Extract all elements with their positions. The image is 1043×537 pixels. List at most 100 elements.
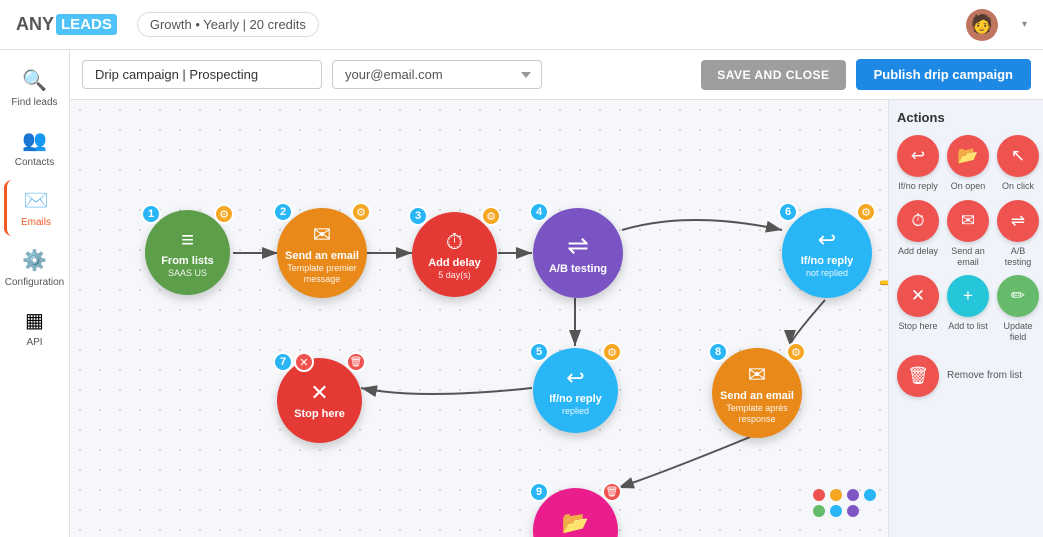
action-remove-from-list-icon: 🗑 bbox=[897, 355, 939, 397]
node-3-gear[interactable]: ⚙ bbox=[481, 206, 501, 226]
action-on-open-icon: 📂 bbox=[947, 135, 989, 177]
actions-title: Actions bbox=[897, 110, 1035, 125]
action-on-click-label: On click bbox=[1002, 181, 1034, 192]
sidebar-item-configuration[interactable]: ⚙️ Configuration bbox=[4, 240, 66, 296]
action-stop-here-icon: ✕ bbox=[897, 275, 939, 317]
node-ab-testing[interactable]: 4 ⇌ A/B testing bbox=[533, 208, 623, 298]
action-add-to-list-icon: + bbox=[947, 275, 989, 317]
save-close-button[interactable]: SAVE AND CLOSE bbox=[701, 60, 845, 90]
action-stop-here-label: Stop here bbox=[898, 321, 937, 332]
canvas-wrapper: 1 ⚙ ≡ From lists SAAS US 2 ⚙ ✉ Send an e… bbox=[70, 100, 1043, 537]
user-dropdown-arrow[interactable]: ▾ bbox=[1022, 19, 1027, 30]
node-6-gear[interactable]: ⚙ bbox=[856, 202, 876, 222]
action-update-field[interactable]: ✏ Update field bbox=[997, 275, 1039, 343]
node-4-number: 4 bbox=[529, 202, 549, 222]
action-add-delay[interactable]: ⏱ Add delay bbox=[897, 200, 939, 268]
node-7-x: ✕ bbox=[294, 352, 314, 372]
sidebar-label-emails: Emails bbox=[21, 217, 51, 228]
node-1-gear[interactable]: ⚙ bbox=[214, 204, 234, 224]
find-leads-icon: 🔍 bbox=[22, 68, 47, 93]
node-5-subtitle: replied bbox=[562, 406, 589, 417]
email-select[interactable]: your@email.com bbox=[332, 60, 542, 89]
sidebar-label-find-leads: Find leads bbox=[11, 97, 57, 108]
sidebar-label-api: API bbox=[26, 337, 42, 348]
action-ifno-reply[interactable]: ↩ If/no reply bbox=[897, 135, 939, 192]
configuration-icon: ⚙️ bbox=[22, 248, 47, 273]
action-add-to-list[interactable]: + Add to list bbox=[947, 275, 989, 343]
node-8-gear[interactable]: ⚙ bbox=[786, 342, 806, 362]
action-update-field-label: Update field bbox=[997, 321, 1039, 343]
node-ifno-reply-1[interactable]: 5 ⚙ ↩ If/no reply replied bbox=[533, 348, 618, 433]
sidebar-item-contacts[interactable]: 👥 Contacts bbox=[4, 120, 66, 176]
node-send-email-2[interactable]: 8 ⚙ ✉ Send an email Template après respo… bbox=[712, 348, 802, 438]
node-9-number: 9 bbox=[529, 482, 549, 502]
actions-panel: Actions ↩ If/no reply 📂 On open ↖ bbox=[888, 100, 1043, 537]
action-send-email-icon: ✉ bbox=[947, 200, 989, 242]
node-stop-here[interactable]: 7 🗑 ✕ ✕ Stop here bbox=[277, 358, 362, 443]
node-1-subtitle: SAAS US bbox=[168, 268, 207, 279]
action-add-delay-icon: ⏱ bbox=[897, 200, 939, 242]
action-ab-testing[interactable]: ⇌ A/B testing bbox=[997, 200, 1039, 268]
node-8-number: 8 bbox=[708, 342, 728, 362]
action-on-open[interactable]: 📂 On open bbox=[947, 135, 989, 192]
action-remove-from-list[interactable]: 🗑 Remove from list bbox=[897, 355, 1039, 397]
node-7-number: 7 bbox=[273, 352, 293, 372]
node-6-number: 6 bbox=[778, 202, 798, 222]
content-area: your@email.com SAVE AND CLOSE Publish dr… bbox=[70, 50, 1043, 537]
node-9-icon: 📂 bbox=[562, 510, 589, 536]
node-7-delete[interactable]: 🗑 bbox=[346, 352, 366, 372]
node-send-email-1[interactable]: 2 ⚙ ✉ Send an email Template premier mes… bbox=[277, 208, 367, 298]
node-5-title: If/no reply bbox=[549, 393, 602, 406]
node-3-icon: ⏱ bbox=[446, 229, 463, 255]
plan-info: Growth • Yearly | 20 credits bbox=[137, 12, 319, 37]
api-icon: ▦ bbox=[25, 308, 44, 333]
hand-decoration: 👉 bbox=[878, 270, 888, 303]
workflow-canvas[interactable]: 1 ⚙ ≡ From lists SAAS US 2 ⚙ ✉ Send an e… bbox=[70, 100, 888, 537]
node-9-delete[interactable]: 🗑 bbox=[602, 482, 622, 502]
logo: ANY LEADS bbox=[16, 14, 117, 35]
node-4-title: A/B testing bbox=[549, 263, 607, 276]
sidebar-label-configuration: Configuration bbox=[5, 277, 64, 288]
logo-any: ANY bbox=[16, 14, 54, 35]
user-avatar[interactable]: 🧑 bbox=[966, 9, 998, 41]
node-from-lists[interactable]: 1 ⚙ ≡ From lists SAAS US bbox=[145, 210, 230, 295]
sidebar-label-contacts: Contacts bbox=[15, 157, 54, 168]
action-on-open-label: On open bbox=[951, 181, 986, 192]
node-5-icon: ↩ bbox=[566, 365, 584, 391]
action-remove-from-list-label: Remove from list bbox=[947, 370, 1022, 382]
action-ifno-reply-icon: ↩ bbox=[897, 135, 939, 177]
action-on-click[interactable]: ↖ On click bbox=[997, 135, 1039, 192]
node-8-title: Send an email bbox=[720, 390, 794, 403]
node-2-title: Send an email bbox=[285, 250, 359, 263]
node-2-number: 2 bbox=[273, 202, 293, 222]
action-on-click-icon: ↖ bbox=[997, 135, 1039, 177]
action-stop-here[interactable]: ✕ Stop here bbox=[897, 275, 939, 343]
emails-icon: ✉️ bbox=[24, 188, 49, 213]
sidebar-item-emails[interactable]: ✉️ Emails bbox=[4, 180, 66, 236]
action-send-email-label: Send an email bbox=[947, 246, 989, 268]
node-8-icon: ✉ bbox=[748, 362, 766, 388]
node-ifno-reply-2[interactable]: 6 ⚙ ↩ If/no reply not replied bbox=[782, 208, 872, 298]
sidebar-item-api[interactable]: ▦ API bbox=[4, 300, 66, 356]
node-6-subtitle: not replied bbox=[806, 268, 848, 279]
node-add-delay[interactable]: 3 ⚙ ⏱ Add delay 5 day(s) bbox=[412, 212, 497, 297]
node-4-icon: ⇌ bbox=[567, 230, 589, 261]
action-send-email[interactable]: ✉ Send an email bbox=[947, 200, 989, 268]
action-ab-testing-icon: ⇌ bbox=[997, 200, 1039, 242]
node-2-gear[interactable]: ⚙ bbox=[351, 202, 371, 222]
node-5-gear[interactable]: ⚙ bbox=[602, 342, 622, 362]
node-on-open[interactable]: 9 🗑 📂 On open bbox=[533, 488, 618, 537]
action-add-delay-label: Add delay bbox=[898, 246, 938, 257]
top-navigation: ANY LEADS Growth • Yearly | 20 credits 🧑… bbox=[0, 0, 1043, 50]
sidebar-item-find-leads[interactable]: 🔍 Find leads bbox=[4, 60, 66, 116]
logo-leads: LEADS bbox=[56, 14, 117, 35]
legend-dots bbox=[813, 489, 876, 517]
node-2-subtitle: Template premier message bbox=[277, 263, 367, 285]
node-7-icon: ✕ bbox=[310, 380, 328, 406]
node-5-number: 5 bbox=[529, 342, 549, 362]
campaign-name-input[interactable] bbox=[82, 60, 322, 89]
node-3-subtitle: 5 day(s) bbox=[438, 270, 471, 281]
actions-grid: ↩ If/no reply 📂 On open ↖ On click bbox=[897, 135, 1035, 397]
publish-button[interactable]: Publish drip campaign bbox=[856, 59, 1031, 90]
node-3-number: 3 bbox=[408, 206, 428, 226]
